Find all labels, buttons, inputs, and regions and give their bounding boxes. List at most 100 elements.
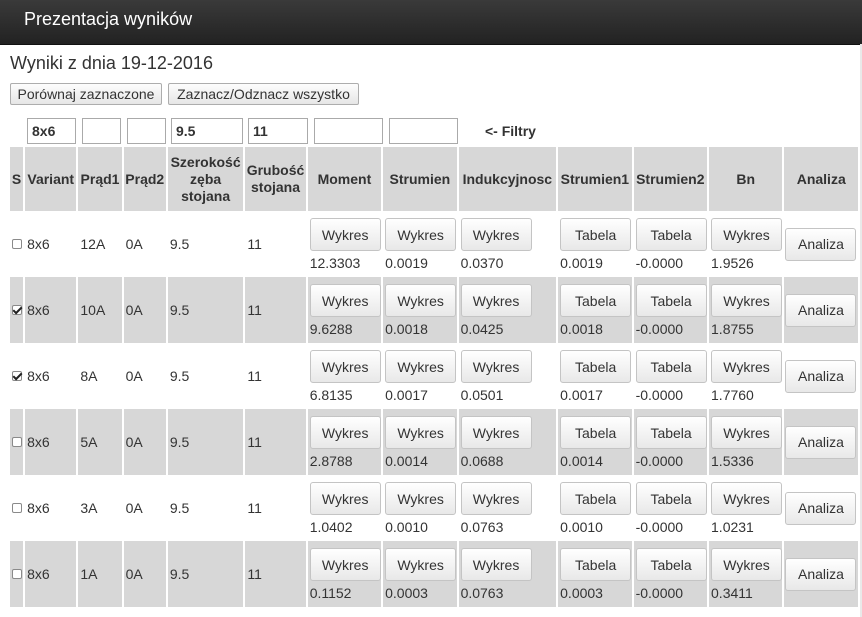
strumien-plot-button[interactable]: Wykres <box>385 548 457 581</box>
strumien2-value: -0.0000 <box>635 519 684 535</box>
bn-plot-button[interactable]: Wykres <box>711 482 783 515</box>
grubosc-value: 11 <box>247 236 262 252</box>
strumien1-table-button[interactable]: Tabela <box>560 284 632 317</box>
strumien-cell: Wykres 0.0018 <box>383 277 457 343</box>
prad1-value: 8A <box>80 368 98 384</box>
select-cell <box>10 343 24 409</box>
prad1-value: 10A <box>80 302 106 318</box>
bn-cell: Wykres 1.8755 <box>709 277 783 343</box>
analiza-button[interactable]: Analiza <box>785 293 857 327</box>
grubosc-value: 11 <box>247 500 262 516</box>
variant-value: 8x6 <box>27 566 50 582</box>
toggle-all-button[interactable]: Zaznacz/Odznacz wszystko <box>168 83 359 105</box>
grubosc-cell: 11 <box>245 343 306 409</box>
strumien1-table-button[interactable]: Tabela <box>560 350 632 383</box>
indukcyjnosc-plot-button[interactable]: Wykres <box>460 284 532 317</box>
row-select-checkbox[interactable] <box>12 238 22 249</box>
table-row: 8x6 12A 0A 9.5 11 Wykres 12.3303 Wykres 0.0019 Wy… <box>10 211 858 277</box>
bn-plot-button[interactable]: Wykres <box>711 218 783 251</box>
filter-grubosc-input[interactable] <box>248 118 308 144</box>
szerokosc-cell: 9.5 <box>167 343 244 409</box>
szerokosc-value: 9.5 <box>169 236 190 252</box>
analiza-button[interactable]: Analiza <box>785 491 857 525</box>
header-prad2: Prąd2 <box>123 147 166 211</box>
indukcyjnosc-plot-button[interactable]: Wykres <box>460 218 532 251</box>
row-select-checkbox[interactable] <box>12 304 22 315</box>
header-szerokosc: Szerokość zęba stojana <box>167 147 244 211</box>
filter-prad1-input[interactable] <box>82 118 121 144</box>
moment-plot-button[interactable]: Wykres <box>309 218 381 251</box>
indukcyjnosc-plot-button[interactable]: Wykres <box>460 350 532 383</box>
analiza-button[interactable]: Analiza <box>785 425 857 459</box>
szerokosc-cell: 9.5 <box>167 409 244 475</box>
table-row: 8x6 10A 0A 9.5 11 Wykres 9.6288 Wykres 0.0018 Wyk… <box>10 277 858 343</box>
row-select-checkbox[interactable] <box>12 436 22 447</box>
strumien1-table-button[interactable]: Tabela <box>560 482 632 515</box>
strumien2-table-button[interactable]: Tabela <box>635 218 707 251</box>
strumien2-table-button[interactable]: Tabela <box>635 548 707 581</box>
strumien1-value: 0.0018 <box>560 321 603 337</box>
strumien-plot-button[interactable]: Wykres <box>385 350 457 383</box>
filter-szerokosc-input[interactable] <box>171 118 243 144</box>
strumien-cell: Wykres 0.0010 <box>383 475 457 541</box>
filter-moment-input[interactable] <box>314 118 383 144</box>
row-select-checkbox[interactable] <box>12 568 22 579</box>
grubosc-cell: 11 <box>245 409 306 475</box>
prad2-value: 0A <box>125 302 143 318</box>
moment-plot-button[interactable]: Wykres <box>309 350 381 383</box>
strumien1-table-button[interactable]: Tabela <box>560 416 632 449</box>
bn-value: 1.7760 <box>711 387 754 403</box>
strumien-value: 0.0017 <box>385 387 428 403</box>
moment-value: 1.0402 <box>309 519 353 535</box>
compare-selected-button[interactable]: Porównaj zaznaczone <box>10 83 162 105</box>
bn-plot-button[interactable]: Wykres <box>711 350 783 383</box>
moment-plot-button[interactable]: Wykres <box>309 482 381 515</box>
moment-plot-button[interactable]: Wykres <box>309 284 381 317</box>
filter-strumien-input[interactable] <box>389 118 458 144</box>
bn-plot-button[interactable]: Wykres <box>711 416 783 449</box>
header-grubosc: Grubość stojana <box>245 147 306 211</box>
strumien-plot-button[interactable]: Wykres <box>385 218 457 251</box>
strumien-plot-button[interactable]: Wykres <box>385 416 457 449</box>
indukcyjnosc-plot-button[interactable]: Wykres <box>460 416 532 449</box>
analiza-button[interactable]: Analiza <box>785 227 857 261</box>
prad2-cell: 0A <box>123 211 166 277</box>
grubosc-cell: 11 <box>245 475 306 541</box>
bn-plot-button[interactable]: Wykres <box>711 284 783 317</box>
indukcyjnosc-plot-button[interactable]: Wykres <box>460 548 532 581</box>
prad2-value: 0A <box>125 368 143 384</box>
moment-plot-button[interactable]: Wykres <box>309 416 381 449</box>
prad1-cell: 5A <box>78 409 122 475</box>
strumien-plot-button[interactable]: Wykres <box>385 284 457 317</box>
strumien2-table-button[interactable]: Tabela <box>635 350 707 383</box>
variant-value: 8x6 <box>27 434 50 450</box>
filter-variant-input[interactable] <box>27 118 76 144</box>
row-select-checkbox[interactable] <box>12 502 22 513</box>
analiza-button[interactable]: Analiza <box>785 359 857 393</box>
header-indukcyjnosc: Indukcyjnosc <box>458 147 557 211</box>
strumien-plot-button[interactable]: Wykres <box>385 482 457 515</box>
szerokosc-value: 9.5 <box>169 302 190 318</box>
bn-value: 1.9526 <box>711 255 754 271</box>
row-select-checkbox[interactable] <box>12 370 22 381</box>
bn-cell: Wykres 1.0231 <box>709 475 783 541</box>
header-variant: Variant <box>25 147 77 211</box>
indukcyjnosc-cell: Wykres 0.0763 <box>458 541 557 607</box>
strumien2-cell: Tabela -0.0000 <box>633 475 708 541</box>
strumien2-table-button[interactable]: Tabela <box>635 482 707 515</box>
moment-plot-button[interactable]: Wykres <box>309 548 381 581</box>
strumien2-table-button[interactable]: Tabela <box>635 416 707 449</box>
strumien1-value: 0.0019 <box>560 255 603 271</box>
indukcyjnosc-plot-button[interactable]: Wykres <box>460 482 532 515</box>
analiza-button[interactable]: Analiza <box>785 557 857 591</box>
strumien2-table-button[interactable]: Tabela <box>635 284 707 317</box>
results-table: S Variant Prąd1 Prąd2 Szerokość zęba sto… <box>8 147 860 607</box>
strumien-cell: Wykres 0.0014 <box>383 409 457 475</box>
filter-prad2-input[interactable] <box>127 118 166 144</box>
strumien1-table-button[interactable]: Tabela <box>560 218 632 251</box>
strumien2-value: -0.0000 <box>635 255 684 271</box>
bn-plot-button[interactable]: Wykres <box>711 548 783 581</box>
strumien2-cell: Tabela -0.0000 <box>633 277 708 343</box>
strumien1-table-button[interactable]: Tabela <box>560 548 632 581</box>
prad2-value: 0A <box>125 236 143 252</box>
